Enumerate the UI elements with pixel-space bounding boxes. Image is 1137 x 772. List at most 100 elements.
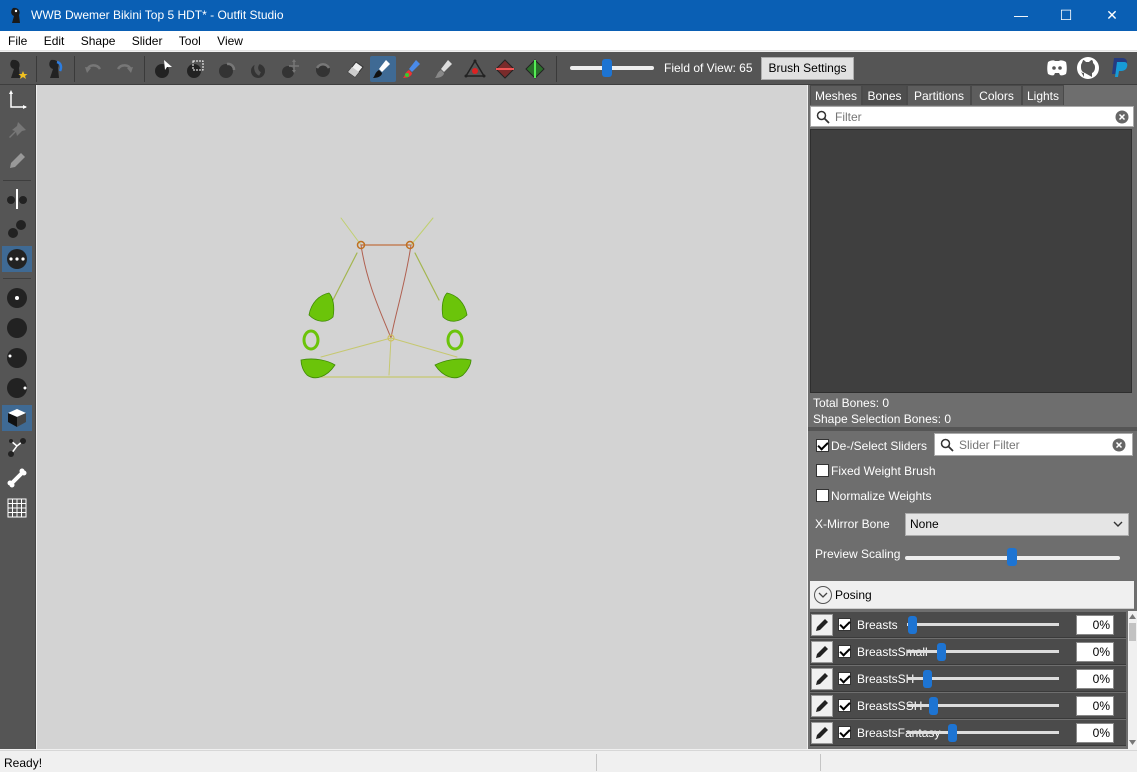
preview-scaling-thumb[interactable]: [1007, 548, 1017, 566]
mirror-x-button[interactable]: [2, 186, 32, 212]
fov-slider-thumb[interactable]: [602, 59, 612, 77]
alpha-paint-tool-button[interactable]: [432, 56, 458, 82]
tab-partitions[interactable]: Partitions: [907, 85, 971, 105]
slider-thumb[interactable]: [937, 643, 946, 661]
slider-filter-input[interactable]: [959, 437, 1109, 452]
mask-tool-button[interactable]: [182, 56, 208, 82]
toggle-textures-button[interactable]: [2, 375, 32, 401]
bone-filter-input[interactable]: [835, 109, 1105, 124]
slider-value[interactable]: 0%: [1076, 642, 1114, 662]
clear-filter-icon[interactable]: [1115, 110, 1129, 124]
slider-checkbox[interactable]: [838, 618, 851, 631]
color-paint-tool-button[interactable]: [400, 56, 426, 82]
transform-tool-button[interactable]: [2, 87, 32, 113]
smooth-tool-button[interactable]: [310, 56, 336, 82]
toggle-mask-button[interactable]: [2, 405, 32, 431]
expand-chevron-icon[interactable]: [814, 586, 832, 604]
tab-meshes[interactable]: Meshes: [810, 85, 862, 105]
fixed-weight-checkbox[interactable]: [816, 464, 829, 477]
discord-icon[interactable]: [1045, 56, 1069, 80]
scroll-down-icon[interactable]: [1129, 740, 1136, 745]
status-text: Ready!: [4, 756, 43, 770]
chevron-down-icon: [1113, 521, 1123, 527]
xmirror-bone-label: X-Mirror Bone: [815, 517, 890, 531]
toggle-lighting-button[interactable]: [2, 345, 32, 371]
flip-edge-tool-button[interactable]: [492, 56, 518, 82]
slider-value[interactable]: 0%: [1076, 669, 1114, 689]
pivot-tool-button[interactable]: [2, 118, 32, 144]
slider-edit-button[interactable]: [811, 641, 833, 663]
select-tool-button[interactable]: [150, 56, 176, 82]
pencil-icon: [816, 673, 828, 685]
slider-checkbox[interactable]: [838, 726, 851, 739]
slider-value[interactable]: 0%: [1076, 615, 1114, 635]
menu-shape[interactable]: Shape: [76, 31, 121, 51]
xmirror-bone-select[interactable]: None: [905, 513, 1129, 536]
slider-edit-button[interactable]: [811, 668, 833, 690]
tab-lights[interactable]: Lights: [1022, 85, 1064, 105]
normalize-weights-checkbox[interactable]: [816, 489, 829, 502]
slider-thumb[interactable]: [908, 616, 917, 634]
minimize-button[interactable]: —: [998, 0, 1044, 31]
tab-bones[interactable]: Bones: [862, 85, 907, 105]
deselect-sliders-checkbox[interactable]: [816, 439, 829, 452]
vertex-edit-button[interactable]: [2, 148, 32, 174]
texture-sphere-icon: [7, 378, 27, 398]
menu-file[interactable]: File: [3, 31, 32, 51]
bone-tree[interactable]: [810, 129, 1132, 393]
slider-track[interactable]: [907, 731, 1059, 734]
slider-track[interactable]: [907, 623, 1059, 626]
slider-checkbox[interactable]: [838, 645, 851, 658]
slider-checkbox[interactable]: [838, 672, 851, 685]
panel-splitter[interactable]: [808, 427, 1137, 431]
menu-view[interactable]: View: [212, 31, 248, 51]
slider-checkbox[interactable]: [838, 699, 851, 712]
show-grid-button[interactable]: [2, 495, 32, 521]
slider-filter-box[interactable]: [934, 433, 1133, 456]
collapse-vertex-tool-button[interactable]: [462, 56, 488, 82]
inflate-tool-button[interactable]: [214, 56, 240, 82]
close-window-button[interactable]: ✕: [1089, 0, 1135, 31]
slider-thumb[interactable]: [948, 724, 957, 742]
slider-thumb[interactable]: [923, 670, 932, 688]
clear-slider-filter-icon[interactable]: [1112, 438, 1126, 452]
connected-only-button[interactable]: [2, 216, 32, 242]
xray-button[interactable]: [2, 246, 32, 272]
split-edge-tool-button[interactable]: [522, 56, 548, 82]
slider-value[interactable]: 0%: [1076, 723, 1114, 743]
maximize-button[interactable]: ☐: [1043, 0, 1089, 31]
show-nodes-button[interactable]: [2, 435, 32, 461]
brush-settings-button[interactable]: Brush Settings: [761, 57, 854, 80]
show-bones-button[interactable]: [2, 465, 32, 491]
3d-viewport[interactable]: [37, 85, 807, 749]
toolbar: [0, 52, 1137, 85]
scroll-up-icon[interactable]: [1129, 614, 1136, 619]
redo-button[interactable]: [112, 56, 138, 82]
undiff-tool-button[interactable]: [342, 56, 368, 82]
show-vertices-button[interactable]: [2, 285, 32, 311]
slider-thumb[interactable]: [929, 697, 938, 715]
github-icon[interactable]: [1076, 56, 1100, 80]
menu-edit[interactable]: Edit: [39, 31, 70, 51]
slider-edit-button[interactable]: [811, 695, 833, 717]
show-wireframe-button[interactable]: [2, 315, 32, 341]
new-project-button[interactable]: [4, 56, 30, 82]
scroll-thumb[interactable]: [1129, 623, 1136, 641]
menu-tool[interactable]: Tool: [174, 31, 206, 51]
paypal-icon[interactable]: [1107, 56, 1131, 80]
slider-list-scrollbar[interactable]: [1128, 611, 1137, 749]
weight-paint-tool-button[interactable]: [370, 56, 396, 82]
menu-slider[interactable]: Slider: [127, 31, 168, 51]
fov-slider-track[interactable]: [570, 66, 654, 70]
slider-value[interactable]: 0%: [1076, 696, 1114, 716]
move-tool-button[interactable]: [278, 56, 304, 82]
undo-button[interactable]: [80, 56, 106, 82]
tab-colors[interactable]: Colors: [971, 85, 1022, 105]
slider-track[interactable]: [907, 650, 1059, 653]
bone-filter-box[interactable]: [810, 106, 1134, 127]
deflate-tool-button[interactable]: [246, 56, 272, 82]
posing-section[interactable]: Posing: [810, 581, 1134, 609]
slider-edit-button[interactable]: [811, 614, 833, 636]
load-reference-button[interactable]: [42, 56, 68, 82]
slider-edit-button[interactable]: [811, 722, 833, 744]
